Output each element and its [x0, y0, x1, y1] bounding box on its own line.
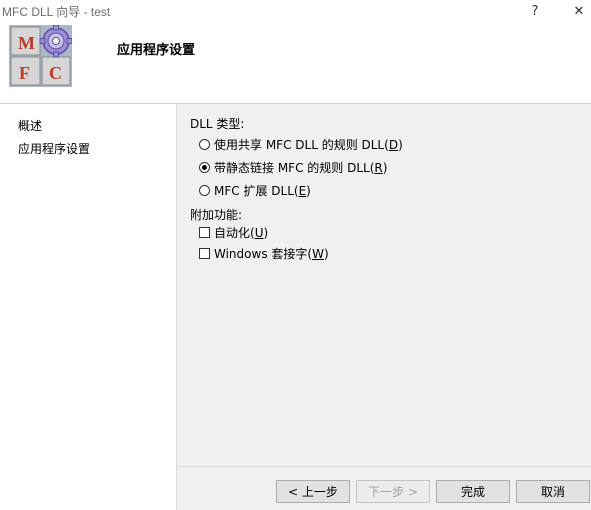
radio-static-mfc-dll[interactable]: 带静态链接 MFC 的规则 DLL(R) — [199, 159, 387, 176]
checkbox-automation[interactable]: 自动化(U) — [199, 224, 268, 241]
wizard-nav: 概述 应用程序设置 — [0, 104, 177, 510]
radio-label: 带静态链接 MFC 的规则 DLL(R) — [214, 161, 388, 175]
close-button[interactable]: ✕ — [556, 0, 591, 22]
page-title: 应用程序设置 — [117, 43, 196, 58]
checkbox-windows-sockets[interactable]: Windows 套接字(W) — [199, 245, 329, 262]
radio-label: MFC 扩展 DLL(E) — [214, 184, 311, 198]
checkbox-label: 自动化(U) — [214, 226, 269, 240]
footer-divider — [177, 466, 591, 467]
radio-button[interactable] — [199, 139, 210, 150]
window-title: MFC DLL 向导 - test — [2, 5, 111, 19]
dll-type-label: DLL 类型: — [190, 117, 245, 131]
radio-label: 使用共享 MFC DLL 的规则 DLL(D) — [214, 138, 403, 152]
checkbox[interactable] — [199, 227, 210, 238]
logo-letter-m: M — [18, 33, 35, 53]
prev-button[interactable]: < 上一步 — [276, 480, 350, 503]
settings-panel: DLL 类型: 使用共享 MFC DLL 的规则 DLL(D) 带静态链接 MF… — [177, 104, 591, 466]
radio-button[interactable] — [199, 185, 210, 196]
help-button[interactable]: ? — [512, 0, 558, 22]
nav-item-app-settings[interactable]: 应用程序设置 — [18, 140, 90, 157]
radio-mfc-extension-dll[interactable]: MFC 扩展 DLL(E) — [199, 182, 311, 199]
radio-shared-mfc-dll[interactable]: 使用共享 MFC DLL 的规则 DLL(D) — [199, 136, 403, 153]
nav-item-overview[interactable]: 概述 — [18, 117, 42, 134]
features-label: 附加功能: — [190, 208, 243, 222]
mfc-logo-icon: M F C — [9, 25, 72, 87]
radio-button-checked[interactable] — [199, 162, 210, 173]
checkbox[interactable] — [199, 248, 210, 259]
logo-letter-c: C — [49, 63, 62, 83]
checkbox-label: Windows 套接字(W) — [214, 247, 329, 261]
cancel-button[interactable]: 取消 — [516, 480, 590, 503]
finish-button[interactable]: 完成 — [436, 480, 510, 503]
logo-letter-f: F — [19, 63, 30, 83]
title-bar: MFC DLL 向导 - test ? ✕ — [0, 0, 591, 22]
next-button[interactable]: 下一步 > — [356, 480, 430, 503]
header-banner: M F C 应用程序设置 — [0, 22, 591, 103]
